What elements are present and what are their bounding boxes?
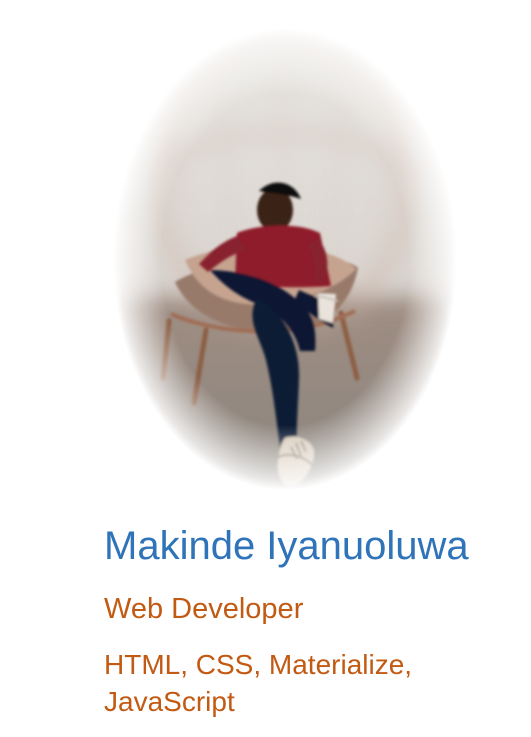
profile-page: Makinde Iyanuoluwa Web Developer HTML, C… xyxy=(0,0,531,737)
profile-photo xyxy=(113,28,457,490)
profile-skills: HTML, CSS, Materialize, JavaScript xyxy=(104,649,413,717)
portrait-image xyxy=(113,28,457,490)
profile-name: Makinde Iyanuoluwa xyxy=(104,524,469,568)
profile-role: Web Developer xyxy=(104,593,304,625)
